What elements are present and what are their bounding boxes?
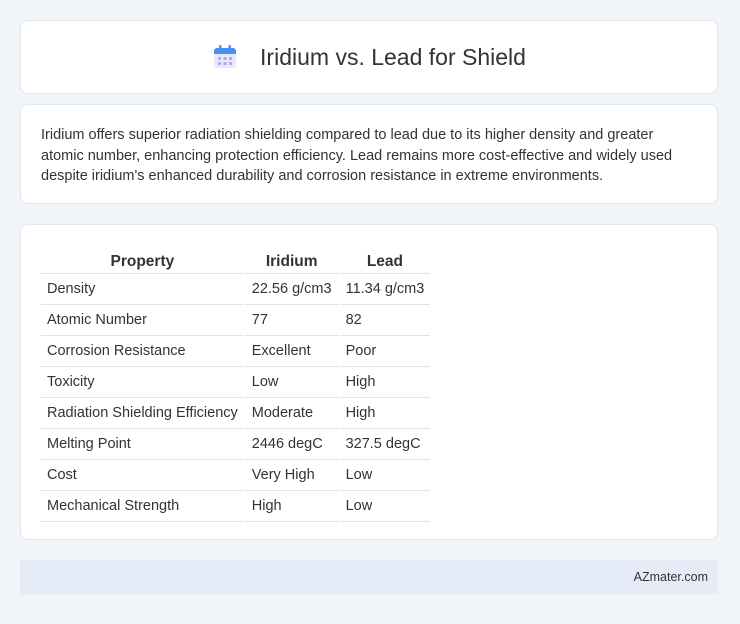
lead-cell: High: [339, 398, 431, 429]
property-cell: Radiation Shielding Efficiency: [41, 398, 244, 429]
intro-text: Iridium offers superior radiation shield…: [41, 127, 673, 184]
property-cell: Toxicity: [41, 367, 244, 398]
table-row: Mechanical Strength High Low: [41, 491, 431, 522]
column-header-iridium: Iridium: [245, 245, 338, 274]
table-row: Density 22.56 g/cm3 11.34 g/cm3: [41, 274, 431, 305]
footer: AZmater.com: [20, 560, 718, 594]
iridium-cell: High: [245, 491, 338, 522]
lead-cell: Low: [339, 460, 431, 491]
property-cell: Melting Point: [41, 429, 244, 460]
column-header-property: Property: [41, 245, 244, 274]
table-row: Toxicity Low High: [41, 367, 431, 398]
iridium-cell: Moderate: [245, 398, 338, 429]
iridium-cell: 22.56 g/cm3: [245, 274, 338, 305]
intro-card: Iridium offers superior radiation shield…: [20, 104, 718, 204]
iridium-cell: Excellent: [245, 336, 338, 367]
calendar-icon: [212, 44, 238, 70]
lead-cell: Low: [339, 491, 431, 522]
iridium-cell: Very High: [245, 460, 338, 491]
comparison-table: Property Iridium Lead Density 22.56 g/cm…: [39, 245, 432, 522]
property-cell: Corrosion Resistance: [41, 336, 244, 367]
column-header-lead: Lead: [339, 245, 431, 274]
table-row: Cost Very High Low: [41, 460, 431, 491]
table-row: Radiation Shielding Efficiency Moderate …: [41, 398, 431, 429]
property-cell: Density: [41, 274, 244, 305]
title-card: Iridium vs. Lead for Shield: [20, 20, 718, 94]
lead-cell: 11.34 g/cm3: [339, 274, 431, 305]
lead-cell: Poor: [339, 336, 431, 367]
iridium-cell: 2446 degC: [245, 429, 338, 460]
lead-cell: 327.5 degC: [339, 429, 431, 460]
table-card: Property Iridium Lead Density 22.56 g/cm…: [20, 224, 718, 540]
page-title: Iridium vs. Lead for Shield: [260, 43, 526, 70]
property-cell: Mechanical Strength: [41, 491, 244, 522]
property-cell: Atomic Number: [41, 305, 244, 336]
iridium-cell: 77: [245, 305, 338, 336]
table-header-row: Property Iridium Lead: [41, 245, 431, 274]
table-row: Melting Point 2446 degC 327.5 degC: [41, 429, 431, 460]
footer-site-link[interactable]: AZmater.com: [634, 570, 708, 584]
table-row: Atomic Number 77 82: [41, 305, 431, 336]
property-cell: Cost: [41, 460, 244, 491]
iridium-cell: Low: [245, 367, 338, 398]
table-row: Corrosion Resistance Excellent Poor: [41, 336, 431, 367]
lead-cell: 82: [339, 305, 431, 336]
lead-cell: High: [339, 367, 431, 398]
